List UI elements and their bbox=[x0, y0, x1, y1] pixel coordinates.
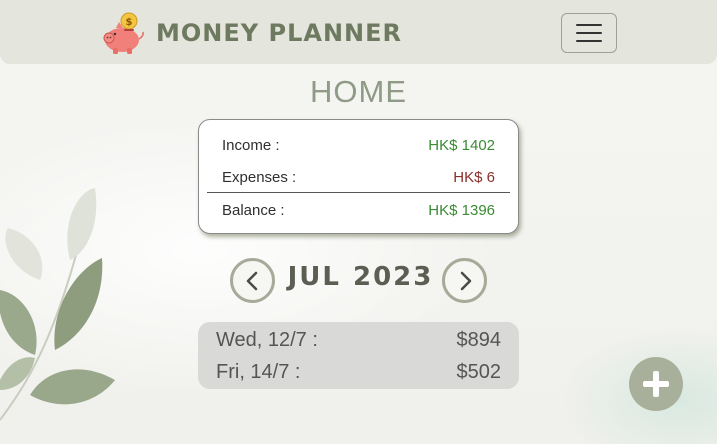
daily-entries-list: Wed, 12/7 : $894 Fri, 14/7 : $502 bbox=[198, 322, 519, 389]
navbar: $ MONEY PLANNER bbox=[0, 0, 717, 64]
chevron-right-icon bbox=[460, 271, 471, 290]
month-name: JUL bbox=[287, 262, 341, 292]
entry-amount: $502 bbox=[456, 360, 502, 383]
hamburger-menu-icon bbox=[576, 24, 602, 26]
brand[interactable]: $ MONEY PLANNER bbox=[102, 12, 402, 54]
expenses-row: Expenses : HK$ 6 bbox=[222, 166, 495, 188]
entry-date: Wed, 12/7 : bbox=[216, 328, 318, 351]
summary-divider bbox=[207, 192, 510, 193]
income-value: HK$ 1402 bbox=[428, 136, 495, 154]
income-row: Income : HK$ 1402 bbox=[222, 134, 495, 156]
add-entry-button[interactable] bbox=[629, 357, 683, 411]
list-item[interactable]: Fri, 14/7 : $502 bbox=[216, 359, 501, 385]
list-item[interactable]: Wed, 12/7 : $894 bbox=[216, 327, 501, 353]
svg-text:$: $ bbox=[126, 17, 133, 28]
leaf-decoration bbox=[0, 188, 115, 421]
income-label: Income : bbox=[222, 136, 280, 154]
expenses-value: HK$ 6 bbox=[453, 168, 495, 186]
expenses-label: Expenses : bbox=[222, 168, 297, 186]
hamburger-menu-icon-line bbox=[576, 40, 602, 42]
month-navigator: JUL 2023 bbox=[230, 258, 488, 304]
balance-row: Balance : HK$ 1396 bbox=[222, 199, 495, 221]
balance-label: Balance : bbox=[222, 201, 285, 219]
balance-value: HK$ 1396 bbox=[428, 201, 495, 219]
next-month-button[interactable] bbox=[442, 258, 487, 303]
entry-amount: $894 bbox=[456, 328, 502, 351]
summary-card: Income : HK$ 1402 Expenses : HK$ 6 Balan… bbox=[198, 119, 519, 234]
chevron-left-icon bbox=[246, 271, 257, 290]
current-month-label: JUL 2023 bbox=[282, 262, 439, 292]
page-title: HOME bbox=[310, 74, 407, 109]
entry-date: Fri, 14/7 : bbox=[216, 360, 301, 383]
previous-month-button[interactable] bbox=[230, 258, 275, 303]
plus-icon bbox=[643, 371, 669, 397]
hamburger-menu-icon-line bbox=[576, 32, 602, 34]
brand-title: MONEY PLANNER bbox=[156, 19, 403, 47]
month-year: 2023 bbox=[352, 262, 434, 292]
piggy-bank-coin-icon: $ bbox=[103, 12, 144, 54]
menu-toggle-button[interactable] bbox=[561, 13, 617, 53]
